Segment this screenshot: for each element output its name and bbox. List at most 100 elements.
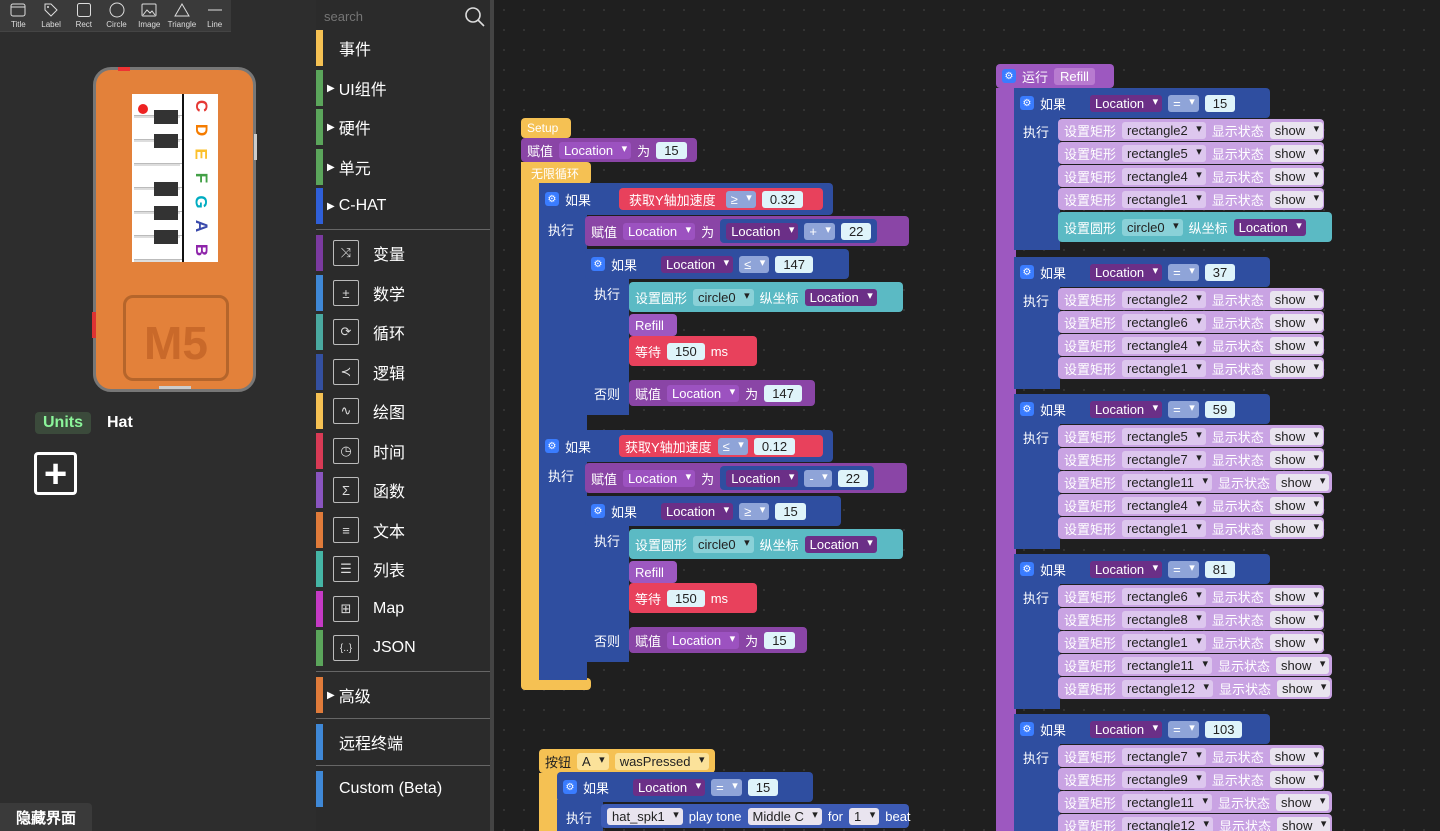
category-custom[interactable]: Custom (Beta) — [316, 771, 490, 807]
category-math[interactable]: ± 数学 — [316, 275, 490, 311]
operator-dropdown[interactable]: = — [1168, 720, 1199, 738]
compare-block[interactable]: 获取Y轴加速度 ≥ 0.32 — [619, 188, 823, 210]
set-rect-block[interactable]: 设置矩形 rectangle1 显示状态 show — [1058, 357, 1324, 379]
event-dropdown[interactable]: wasPressed — [614, 752, 709, 770]
gear-icon[interactable]: ⚙ — [563, 780, 577, 794]
state-dropdown[interactable]: show — [1269, 313, 1324, 331]
assign-block[interactable]: 赋值 Location 为 147 — [629, 380, 815, 406]
set-rect-block[interactable]: 设置矩形 rectangle9 显示状态 show — [1058, 768, 1324, 790]
state-dropdown[interactable]: show — [1269, 167, 1324, 185]
number-input[interactable]: 59 — [1204, 400, 1236, 418]
gear-icon[interactable]: ⚙ — [545, 439, 559, 453]
number-input[interactable]: 147 — [775, 255, 814, 273]
variable-dropdown[interactable]: Location — [804, 535, 877, 553]
gear-icon[interactable]: ⚙ — [1020, 722, 1034, 736]
variable-dropdown[interactable]: Location — [661, 502, 734, 520]
set-rect-block[interactable]: 设置矩形 rectangle6 显示状态 show — [1058, 311, 1324, 333]
refill-call-block[interactable]: Refill — [629, 314, 677, 336]
number-input[interactable]: 0.32 — [761, 190, 804, 208]
rect-dropdown[interactable]: rectangle11 — [1122, 473, 1212, 491]
function-def-block[interactable]: ⚙ 运行 Refill — [996, 64, 1114, 88]
variable-dropdown[interactable]: Location — [1090, 400, 1163, 418]
rect-dropdown[interactable]: rectangle11 — [1122, 656, 1212, 674]
operator-dropdown[interactable]: ≤ — [739, 255, 770, 273]
tool-title[interactable]: Title — [2, 0, 35, 31]
blocks-workspace[interactable]: Setup 赋值 Location 为 15 无限循环 ⚙ 如果 获取Y轴加速度… — [494, 0, 1440, 831]
number-input[interactable]: 0.12 — [753, 437, 796, 455]
rect-dropdown[interactable]: rectangle6 — [1122, 587, 1206, 605]
tool-label-widget[interactable]: Label — [35, 0, 68, 31]
assign-block[interactable]: 赋值 Location 为 15 — [629, 627, 807, 653]
set-rect-block[interactable]: 设置矩形 rectangle12 显示状态 show — [1058, 677, 1332, 699]
category-chat[interactable]: ▶ C-HAT — [316, 188, 490, 224]
number-input[interactable]: 37 — [1204, 263, 1236, 281]
gear-icon[interactable]: ⚙ — [1020, 402, 1034, 416]
category-lists[interactable]: ☰ 列表 — [316, 551, 490, 587]
state-dropdown[interactable]: show — [1269, 359, 1324, 377]
set-rect-block[interactable]: 设置矩形 rectangle7 显示状态 show — [1058, 448, 1324, 470]
if-block[interactable]: ⚙ 如果 Location ≤ 147 — [585, 249, 849, 279]
wait-block[interactable]: 等待 150 ms — [629, 583, 757, 613]
rect-dropdown[interactable]: rectangle8 — [1122, 610, 1206, 628]
variable-dropdown[interactable]: Location — [559, 141, 632, 159]
state-dropdown[interactable]: show — [1269, 633, 1324, 651]
tab-hat[interactable]: Hat — [99, 412, 141, 434]
gear-icon[interactable]: ⚙ — [1002, 69, 1016, 83]
rect-dropdown[interactable]: rectangle11 — [1122, 793, 1212, 811]
circle-dropdown[interactable]: circle0 — [1122, 218, 1183, 236]
number-input[interactable]: 15 — [764, 631, 795, 649]
number-input[interactable]: 22 — [837, 469, 869, 487]
set-rect-block[interactable]: 设置矩形 rectangle4 显示状态 show — [1058, 334, 1324, 356]
set-rect-block[interactable]: 设置矩形 rectangle5 显示状态 show — [1058, 425, 1324, 447]
operator-dropdown[interactable]: = — [1168, 94, 1199, 112]
assign-block[interactable]: 赋值 Location 为 15 — [521, 138, 697, 162]
note-dropdown[interactable]: Middle C — [747, 807, 822, 825]
hide-ui-button[interactable]: 隐藏界面 — [0, 803, 92, 831]
operator-dropdown[interactable]: = — [1168, 560, 1199, 578]
category-events[interactable]: 事件 — [316, 30, 490, 66]
play-tone-block[interactable]: hat_spk1 play tone Middle C for 1 beat — [601, 804, 911, 828]
state-dropdown[interactable]: show — [1269, 496, 1324, 514]
tool-triangle[interactable]: Triangle — [166, 0, 199, 31]
rect-dropdown[interactable]: rectangle1 — [1122, 633, 1206, 651]
category-variables[interactable]: ⤨ 变量 — [316, 235, 490, 271]
rect-dropdown[interactable]: rectangle1 — [1122, 359, 1206, 377]
number-input[interactable]: 15 — [747, 778, 779, 796]
gear-icon[interactable]: ⚙ — [591, 504, 605, 518]
state-dropdown[interactable]: show — [1269, 290, 1324, 308]
category-map[interactable]: ⊞ Map — [316, 591, 490, 627]
rect-dropdown[interactable]: rectangle6 — [1122, 313, 1206, 331]
set-rect-block[interactable]: 设置矩形 rectangle1 显示状态 show — [1058, 631, 1324, 653]
set-rect-block[interactable]: 设置矩形 rectangle11 显示状态 show — [1058, 471, 1332, 493]
operator-dropdown[interactable]: = — [1168, 400, 1199, 418]
gear-icon[interactable]: ⚙ — [1020, 96, 1034, 110]
variable-dropdown[interactable]: Location — [804, 288, 877, 306]
variable-dropdown[interactable]: Location — [1233, 218, 1306, 236]
category-ui[interactable]: ▶ UI组件 — [316, 70, 490, 106]
rect-dropdown[interactable]: rectangle7 — [1122, 747, 1206, 765]
rect-dropdown[interactable]: rectangle1 — [1122, 519, 1206, 537]
rect-dropdown[interactable]: rectangle9 — [1122, 770, 1206, 788]
rect-dropdown[interactable]: rectangle1 — [1122, 190, 1206, 208]
set-rect-block[interactable]: 设置矩形 rectangle11 显示状态 show — [1058, 791, 1332, 813]
variable-dropdown[interactable]: Location — [1090, 560, 1163, 578]
category-text[interactable]: ≡ 文本 — [316, 512, 490, 548]
rect-dropdown[interactable]: rectangle7 — [1122, 450, 1206, 468]
gear-icon[interactable]: ⚙ — [1020, 265, 1034, 279]
variable-dropdown[interactable]: Location — [667, 384, 740, 402]
device-preview[interactable]: C D E F G A B M5 — [92, 67, 257, 392]
variable-dropdown[interactable]: Location — [667, 631, 740, 649]
number-input[interactable]: 15 — [775, 502, 806, 520]
state-dropdown[interactable]: show — [1269, 144, 1324, 162]
state-dropdown[interactable]: show — [1276, 473, 1330, 491]
category-advanced[interactable]: ▶ 高级 — [316, 677, 490, 713]
rect-dropdown[interactable]: rectangle2 — [1122, 121, 1206, 139]
set-circle-block[interactable]: 设置圆形 circle0 纵坐标 Location — [629, 529, 903, 559]
beat-dropdown[interactable]: 1 — [849, 807, 880, 825]
circle-dropdown[interactable]: circle0 — [693, 535, 754, 553]
operator-dropdown[interactable]: + — [804, 222, 835, 240]
state-dropdown[interactable]: show — [1269, 121, 1324, 139]
set-circle-block[interactable]: 设置圆形 circle0 纵坐标 Location — [1058, 212, 1332, 242]
set-rect-block[interactable]: 设置矩形 rectangle1 显示状态 show — [1058, 517, 1324, 539]
tool-image[interactable]: Image — [133, 0, 166, 31]
